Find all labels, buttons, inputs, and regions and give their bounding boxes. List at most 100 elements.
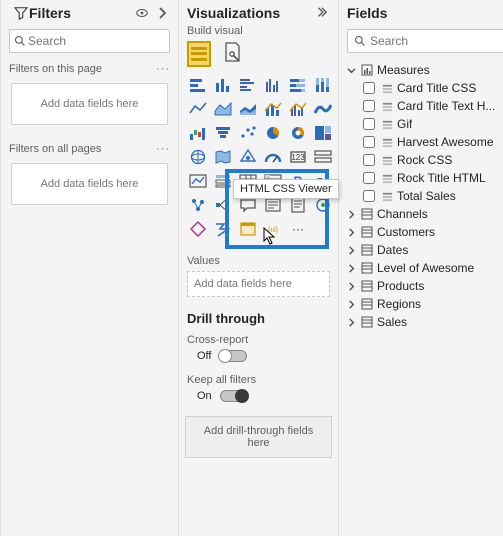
values-label: Values — [179, 245, 338, 269]
keep-filters-label: Keep all filters — [179, 370, 338, 388]
field-checkbox[interactable] — [363, 154, 375, 166]
table-icon — [360, 316, 374, 328]
table-name: Dates — [377, 243, 408, 257]
table-row[interactable]: Sales — [345, 313, 503, 331]
viz-filled-map-icon[interactable] — [212, 147, 234, 167]
viz-multi-card-icon[interactable] — [312, 147, 334, 167]
viz-clustered-bar-icon[interactable] — [237, 75, 259, 95]
viz-line-clust-col-icon[interactable] — [287, 99, 309, 119]
filters-page-section: Filters on this page ··· — [1, 59, 178, 79]
table-name: Customers — [377, 225, 435, 239]
viz-stacked-bar-h-icon[interactable] — [187, 75, 209, 95]
viz-slicer-icon[interactable] — [212, 171, 234, 191]
field-row[interactable]: Rock Title HTML — [345, 169, 503, 187]
viz-line-stacked-col-icon[interactable] — [262, 99, 284, 119]
table-row[interactable]: Channels — [345, 205, 503, 223]
field-row[interactable]: Rock CSS — [345, 151, 503, 169]
viz-map-icon[interactable] — [187, 147, 209, 167]
viz-donut-icon[interactable] — [287, 123, 309, 143]
viz-azure-map-icon[interactable] — [237, 147, 259, 167]
field-icon — [380, 155, 394, 166]
field-icon — [380, 83, 394, 94]
viz-gauge-icon[interactable] — [262, 147, 284, 167]
cross-report-label: Cross-report — [179, 330, 338, 348]
filters-page-label: Filters on this page — [9, 63, 156, 75]
viz-scatter-icon[interactable] — [237, 123, 259, 143]
table-icon — [360, 226, 374, 238]
viz-header: Visualizations — [179, 0, 338, 25]
measure-table-icon — [360, 64, 374, 76]
table-row[interactable]: Level of Awesome — [345, 259, 503, 277]
table-row[interactable]: Customers — [345, 223, 503, 241]
field-checkbox[interactable] — [363, 136, 375, 148]
field-checkbox[interactable] — [363, 118, 375, 130]
drill-through-well[interactable]: Add drill-through fields here — [185, 416, 332, 458]
table-row[interactable]: Regions — [345, 295, 503, 313]
values-well[interactable]: Add data fields here — [187, 271, 330, 297]
viz-stacked-col-icon[interactable] — [212, 75, 234, 95]
filters-all-label: Filters on all pages — [9, 143, 156, 155]
viz-power-automate-icon[interactable] — [212, 219, 234, 239]
viz-kpi-icon[interactable] — [187, 171, 209, 191]
table-row[interactable]: Dates — [345, 241, 503, 259]
field-row[interactable]: Gif — [345, 115, 503, 133]
fields-tree: MeasuresCard Title CSSCard Title Text H.… — [339, 59, 503, 331]
viz-area-icon[interactable] — [212, 99, 234, 119]
cross-report-toggle[interactable] — [219, 350, 247, 362]
search-icon — [352, 35, 368, 47]
viz-100-stacked-col-icon[interactable] — [312, 75, 334, 95]
filters-page-dropzone[interactable]: Add data fields here — [11, 83, 168, 125]
viz-html-css-viewer-icon[interactable] — [237, 219, 259, 239]
viz-waterfall-icon[interactable] — [187, 123, 209, 143]
viz-power-apps-icon[interactable] — [187, 219, 209, 239]
field-checkbox[interactable] — [363, 82, 375, 94]
field-row[interactable]: Total Sales — [345, 187, 503, 205]
viz-more-icon[interactable]: ··· — [287, 219, 309, 239]
field-checkbox[interactable] — [363, 172, 375, 184]
viz-treemap-icon[interactable] — [312, 123, 334, 143]
viz-line-icon[interactable] — [187, 99, 209, 119]
keep-filters-toggle[interactable] — [220, 390, 248, 402]
filters-all-dropzone[interactable]: Add data fields here — [11, 163, 168, 205]
viz-clustered-col-icon[interactable] — [262, 75, 284, 95]
build-mode-icons — [179, 39, 338, 75]
field-checkbox[interactable] — [363, 190, 375, 202]
field-name: Rock CSS — [397, 153, 452, 167]
viz-gallery: 123 R Py {ııl} ··· HTML CSS Viewer — [179, 75, 338, 245]
filters-pane: Filters Filters on this page ··· Add dat… — [0, 0, 178, 536]
keep-filters-state: On — [197, 390, 212, 402]
field-icon — [380, 173, 394, 184]
field-icon — [380, 119, 394, 130]
fields-search-input[interactable] — [368, 32, 503, 50]
field-row[interactable]: Card Title Text H... — [345, 97, 503, 115]
fields-search[interactable] — [347, 29, 503, 53]
format-visual-icon[interactable] — [221, 41, 245, 67]
viz-stacked-area-icon[interactable] — [237, 99, 259, 119]
viz-card-icon[interactable]: 123 — [287, 147, 309, 167]
collapse-pane-icon[interactable] — [314, 7, 330, 19]
viz-funnel-icon[interactable] — [212, 123, 234, 143]
filters-page-more-icon[interactable]: ··· — [156, 63, 170, 75]
expand-pane-icon[interactable] — [154, 7, 170, 19]
filters-search[interactable] — [9, 29, 170, 53]
keep-filters-toggle-row: On — [179, 388, 338, 410]
drill-through-title: Drill through — [179, 297, 338, 330]
filters-search-input[interactable] — [26, 32, 185, 50]
visibility-icon[interactable] — [134, 6, 150, 20]
table-icon — [360, 298, 374, 310]
cross-report-state: Off — [197, 350, 211, 362]
build-visual-icon[interactable] — [187, 41, 211, 67]
viz-key-influencers-icon[interactable] — [187, 195, 209, 215]
viz-custom-visual-icon[interactable]: {ııl} — [262, 219, 284, 239]
filters-all-more-icon[interactable]: ··· — [156, 143, 170, 155]
field-row[interactable]: Card Title CSS — [345, 79, 503, 97]
field-row[interactable]: Harvest Awesome — [345, 133, 503, 151]
viz-100-stacked-bar-icon[interactable] — [287, 75, 309, 95]
viz-decomp-tree-icon[interactable] — [212, 195, 234, 215]
field-checkbox[interactable] — [363, 100, 375, 112]
table-row[interactable]: Products — [345, 277, 503, 295]
chevron-right-icon — [345, 264, 357, 273]
viz-ribbon-icon[interactable] — [312, 99, 334, 119]
table-row[interactable]: Measures — [345, 61, 503, 79]
viz-pie-icon[interactable] — [262, 123, 284, 143]
